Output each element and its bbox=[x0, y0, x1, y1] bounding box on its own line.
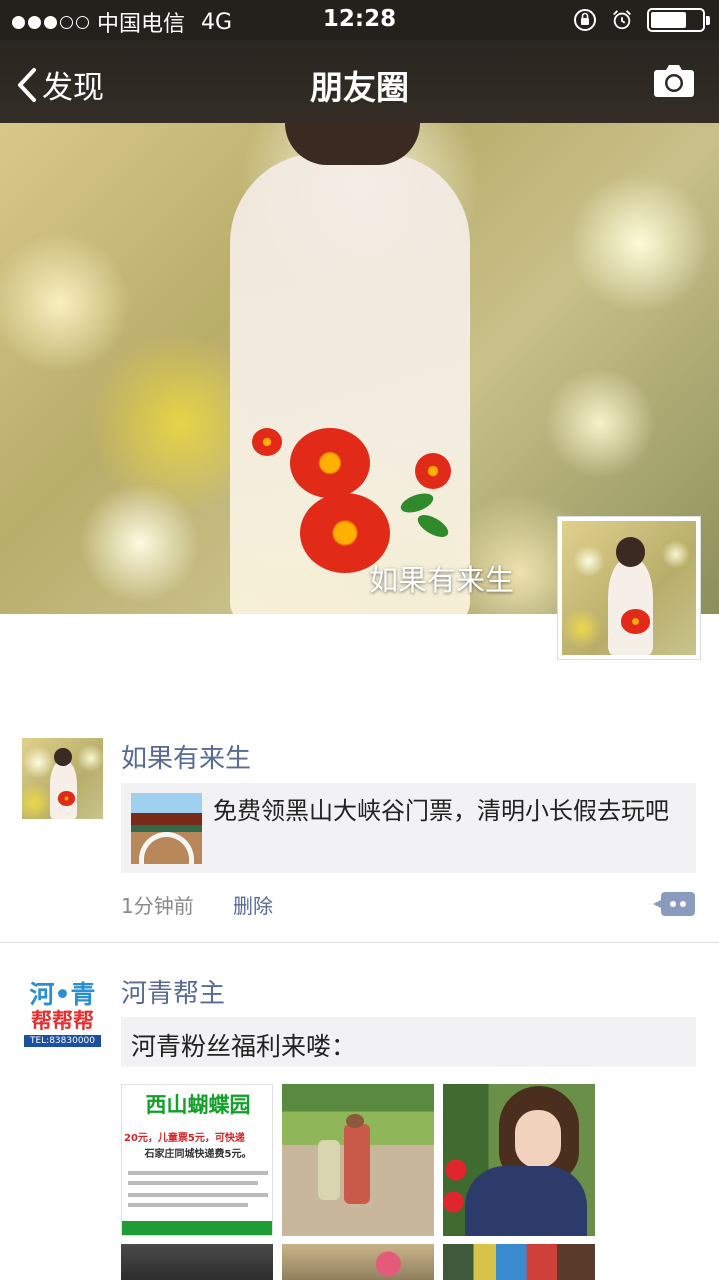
nav-bar: 发现 朋友圈 bbox=[0, 40, 719, 123]
post-time: 1分钟前 bbox=[121, 894, 194, 918]
shared-link-title: 免费领黑山大峡谷门票，清明小长假去玩吧 bbox=[213, 797, 669, 825]
shared-link-thumbnail bbox=[131, 793, 202, 864]
post-author-name[interactable]: 河青帮主 bbox=[121, 973, 225, 1010]
post-photo[interactable] bbox=[443, 1084, 595, 1236]
post-photo[interactable] bbox=[282, 1244, 434, 1280]
logo-text-middle: 帮帮帮 bbox=[31, 1008, 94, 1033]
profile-avatar[interactable] bbox=[557, 516, 701, 660]
heqing-logo: 河•青 帮帮帮 TEL:83830000 bbox=[22, 973, 103, 1054]
post-avatar[interactable]: 河•青 帮帮帮 TEL:83830000 bbox=[22, 973, 103, 1054]
post-photo[interactable] bbox=[282, 1084, 434, 1236]
camera-button[interactable] bbox=[653, 62, 695, 102]
shared-link-card[interactable]: 免费领黑山大峡谷门票，清明小长假去玩吧 bbox=[121, 783, 696, 873]
ad-price: 20元，儿童票5元，可快递 bbox=[124, 1133, 245, 1144]
post-text: 河青粉丝福利来喽： bbox=[121, 1017, 696, 1067]
alarm-icon bbox=[613, 10, 631, 30]
orientation-lock-icon bbox=[574, 9, 596, 31]
post-photo[interactable] bbox=[443, 1244, 595, 1280]
status-icons bbox=[573, 8, 710, 32]
ad-note: 石家庄同城快递费5元。 bbox=[144, 1149, 252, 1160]
post-author-name[interactable]: 如果有来生 bbox=[121, 738, 251, 775]
ad-title: 西山蝴蝶园 bbox=[145, 1093, 251, 1117]
post-photo[interactable] bbox=[121, 1244, 273, 1280]
post-divider bbox=[0, 942, 719, 943]
camera-icon bbox=[654, 65, 694, 97]
page-title: 朋友圈 bbox=[310, 68, 409, 107]
delete-button[interactable]: 删除 bbox=[233, 890, 273, 919]
battery-icon bbox=[647, 8, 710, 32]
post-avatar[interactable] bbox=[22, 738, 103, 819]
logo-tel: TEL:83830000 bbox=[24, 1035, 101, 1047]
cover-username: 如果有来生 bbox=[368, 563, 514, 597]
status-bar: 中国电信 4G 12:28 bbox=[0, 0, 719, 40]
comment-icon[interactable] bbox=[653, 892, 695, 916]
post-photo[interactable]: 西山蝴蝶园 20元，儿童票5元，可快递 石家庄同城快递费5元。 bbox=[121, 1084, 273, 1236]
